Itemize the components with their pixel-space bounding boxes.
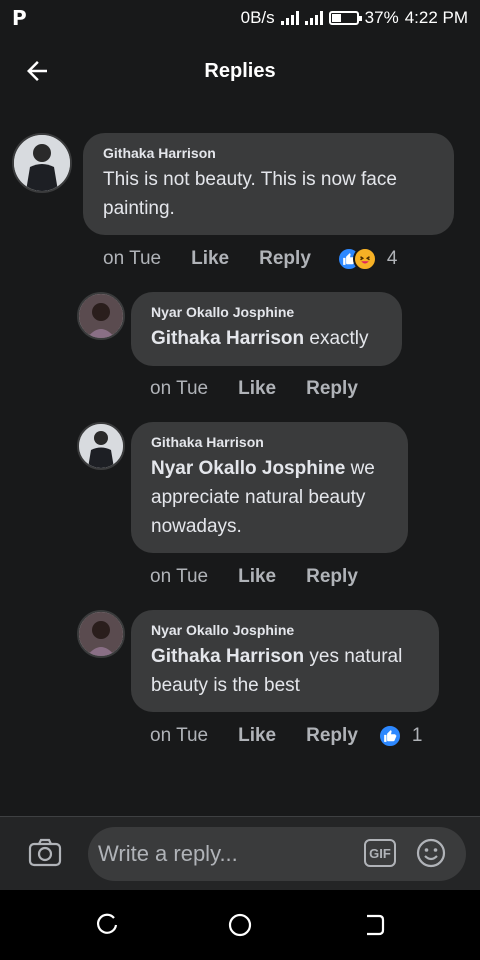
comment-author[interactable]: Nyar Okallo Josphine [151,304,382,320]
comment-text: This is not beauty. This is now face pai… [103,169,397,219]
comment-bubble[interactable]: Githaka Harrison This is not beauty. Thi… [83,133,454,235]
avatar[interactable] [77,292,125,340]
like-button[interactable]: Like [238,566,276,588]
comment-text: exactly [309,328,369,349]
signal-icon [280,11,299,25]
comment-time[interactable]: on Tue [103,248,161,270]
page-title: Replies [204,60,276,82]
comment-time[interactable]: on Tue [150,566,208,588]
system-nav-bar [0,890,480,960]
reactions[interactable]: 1 [377,724,423,748]
reply-button[interactable]: Reply [306,378,358,400]
battery-percent: 37% [364,8,399,27]
reply-button[interactable]: Reply [306,566,358,588]
signal-icon-2 [304,11,323,25]
comment-bubble[interactable]: Nyar Okallo Josphine Githaka Harrison ex… [131,292,402,366]
avatar-photo-icon [79,294,123,338]
recents-icon[interactable] [94,912,120,938]
like-button[interactable]: Like [238,378,276,400]
haha-reaction-icon [352,247,377,271]
avatar[interactable] [12,133,72,193]
like-button[interactable]: Like [238,725,276,747]
battery-icon [328,11,362,25]
comment-meta: on Tue Like Reply [150,377,410,401]
like-reaction-icon [377,724,402,748]
header: Replies [0,36,480,108]
status-bar: P 0B/s 37% 4:22 PM [0,0,480,36]
comment-meta: on Tue Like Reply 1 [150,724,450,748]
avatar[interactable] [77,422,125,470]
emoji-icon[interactable] [416,838,446,868]
status-right: 0B/s 37% 4:22 PM [241,8,468,28]
avatar-photo-icon [79,424,123,468]
comment-time[interactable]: on Tue [150,725,208,747]
comment-bubble[interactable]: Githaka Harrison Nyar Okallo Josphine we… [131,422,408,553]
avatar-photo-icon [14,135,70,191]
back-nav-icon[interactable] [361,912,387,938]
reply-input[interactable] [88,827,466,881]
home-icon[interactable] [227,912,253,938]
comment-author[interactable]: Githaka Harrison [151,434,388,450]
app-notification-icon: P [12,6,27,30]
reply-button[interactable]: Reply [259,248,311,270]
comment-meta: on Tue Like Reply 4 [103,247,423,271]
mention-link[interactable]: Githaka Harrison [151,328,304,349]
net-speed: 0B/s [240,8,275,27]
avatar-photo-icon [79,612,123,656]
camera-icon[interactable] [28,837,62,867]
comment-bubble[interactable]: Nyar Okallo Josphine Githaka Harrison ye… [131,610,439,712]
avatar[interactable] [77,610,125,658]
reply-composer: GIF [0,816,480,890]
mention-link[interactable]: Nyar Okallo Josphine [151,458,345,479]
reply-button[interactable]: Reply [306,725,358,747]
clock: 4:22 PM [404,8,468,27]
comment-author[interactable]: Nyar Okallo Josphine [151,622,419,638]
reaction-count: 1 [411,725,423,746]
gif-button[interactable]: GIF [364,839,396,867]
reaction-count: 4 [386,248,398,269]
reactions[interactable]: 4 [336,247,398,271]
comment-time[interactable]: on Tue [150,378,208,400]
like-button[interactable]: Like [191,248,229,270]
comment-author[interactable]: Githaka Harrison [103,145,434,161]
comment-meta: on Tue Like Reply [150,565,410,589]
mention-link[interactable]: Githaka Harrison [151,646,304,667]
